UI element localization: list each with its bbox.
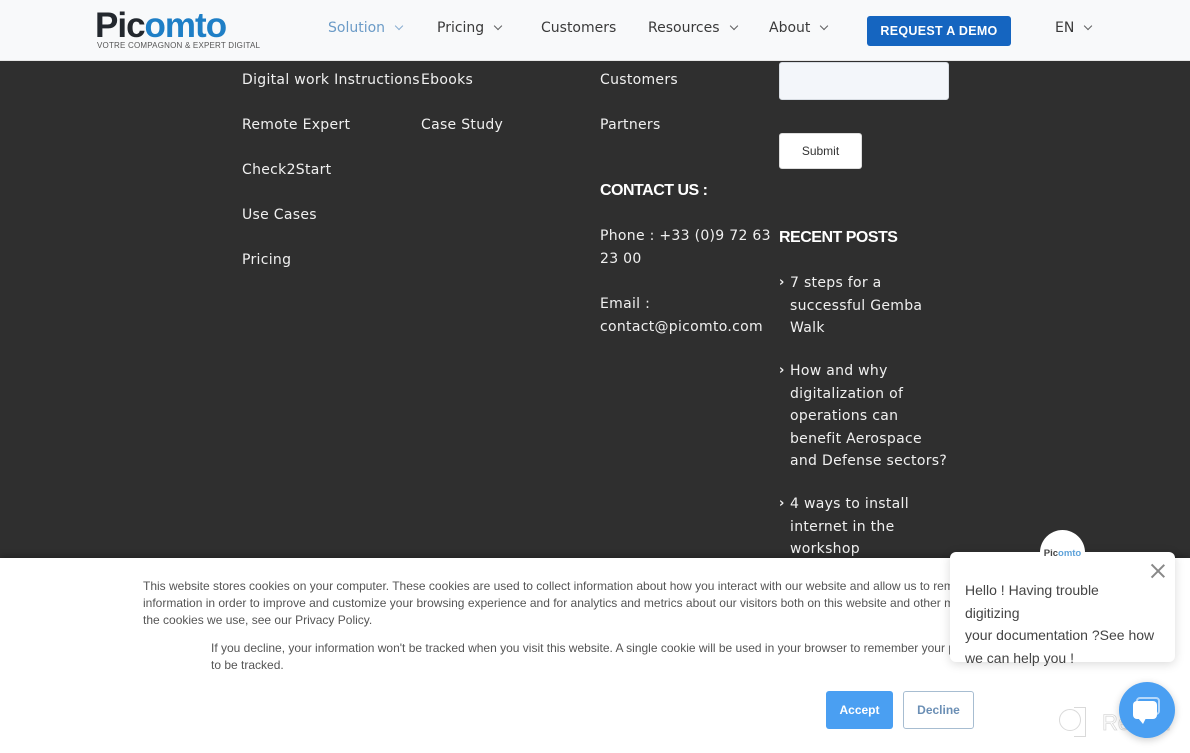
nav-customers[interactable]: Customers xyxy=(541,20,616,36)
chat-message-line: we can help you ! xyxy=(965,649,1074,666)
post-title-line: internet in the xyxy=(790,518,895,535)
footer-link-customers[interactable]: Customers xyxy=(600,69,678,92)
revain-logo-icon xyxy=(1056,707,1088,739)
post-title-line: How and why xyxy=(790,363,888,379)
chevron-right-icon: › xyxy=(779,496,785,511)
cookie-notice-text: This website stores cookies on your comp… xyxy=(143,578,973,629)
cookie-text-line: This website stores cookies on your comp… xyxy=(143,579,973,593)
logo-word-blue: omto xyxy=(144,6,228,45)
cookie-text-line: to be tracked. xyxy=(211,658,284,672)
close-icon[interactable] xyxy=(1150,563,1166,579)
contact-phone-line1: Phone : +33 (0)9 72 63 xyxy=(600,228,771,244)
post-title-line: 7 steps for a xyxy=(790,275,882,291)
newsletter-submit-button[interactable]: Submit xyxy=(779,133,862,169)
logo-tagline: VOTRE COMPAGNON & EXPERT DIGITAL xyxy=(97,41,261,50)
recent-post-link[interactable]: › How and why digitalization of operatio… xyxy=(779,360,949,473)
cookie-accept-button[interactable]: Accept xyxy=(826,691,893,729)
footer-link-digital-work-instructions[interactable]: Digital work Instructions xyxy=(242,69,420,92)
cookie-text-line: information in order to improve and cust… xyxy=(143,596,973,610)
footer-link-check2start[interactable]: Check2Start xyxy=(242,159,331,182)
nav-resources[interactable]: Resources xyxy=(648,20,738,36)
nav-customers-label: Customers xyxy=(541,20,617,36)
contact-phone-line2: 23 00 xyxy=(600,251,642,267)
newsletter-email-input[interactable] xyxy=(779,62,949,100)
nav-solution[interactable]: Solution xyxy=(328,20,404,36)
chevron-down-icon xyxy=(493,21,503,31)
footer-link-partners[interactable]: Partners xyxy=(600,114,661,137)
logo-wordmark: Picomto xyxy=(95,6,228,46)
chevron-right-icon: › xyxy=(779,363,785,378)
footer-link-ebooks[interactable]: Ebooks xyxy=(421,69,473,92)
request-demo-button[interactable]: REQUEST A DEMO xyxy=(867,16,1011,46)
nav-about-label: About xyxy=(769,20,811,36)
nav-solution-label: Solution xyxy=(328,20,386,36)
post-title-line: digitalization of xyxy=(790,385,904,402)
cookie-text-line: If you decline, your information won't b… xyxy=(211,641,973,655)
language-selector[interactable]: EN xyxy=(1055,20,1093,36)
chevron-down-icon xyxy=(394,21,404,31)
chat-launcher-button[interactable] xyxy=(1119,682,1175,738)
chevron-right-icon: › xyxy=(779,275,785,290)
avatar-word-blue: omto xyxy=(1058,548,1082,559)
post-title-line: 4 ways to install xyxy=(790,496,909,512)
recent-post-link[interactable]: › 4 ways to install internet in the work… xyxy=(779,493,949,561)
chat-message-line: Hello ! Having trouble digitizing xyxy=(965,582,1099,621)
chat-bubble-icon xyxy=(1133,701,1157,724)
avatar-word-dark: Pic xyxy=(1043,548,1059,559)
post-title-line: Walk xyxy=(790,320,825,336)
cookie-text-line: the cookies we use, see our Privacy Poli… xyxy=(143,613,373,627)
logo-word-dark: Pic xyxy=(95,6,146,45)
contact-email-link[interactable]: contact@picomto.com xyxy=(600,316,763,339)
post-title-line: successful Gemba xyxy=(790,297,923,314)
chevron-down-icon xyxy=(729,21,738,31)
chevron-down-icon xyxy=(1084,21,1093,31)
nav-pricing-label: Pricing xyxy=(437,20,485,36)
contact-heading: CONTACT US : xyxy=(600,182,708,199)
language-label: EN xyxy=(1055,20,1075,36)
chevron-down-icon xyxy=(820,21,829,31)
recent-post-link[interactable]: › 7 steps for a successful Gemba Walk xyxy=(779,272,949,340)
footer-link-remote-expert[interactable]: Remote Expert xyxy=(242,114,350,137)
cookie-decline-text: If you decline, your information won't b… xyxy=(211,640,973,674)
nav-pricing[interactable]: Pricing xyxy=(437,20,503,36)
nav-about[interactable]: About xyxy=(769,20,829,36)
nav-resources-label: Resources xyxy=(648,20,720,36)
cookie-decline-button[interactable]: Decline xyxy=(903,691,974,729)
recent-posts-heading: RECENT POSTS xyxy=(779,229,898,246)
chat-message-line: your documentation ?See how xyxy=(965,627,1155,643)
picomto-logo[interactable]: Picomto VOTRE COMPAGNON & EXPERT DIGITAL xyxy=(95,6,260,54)
chat-message[interactable]: Hello ! Having trouble digitizing your d… xyxy=(965,579,1155,669)
footer-link-case-study[interactable]: Case Study xyxy=(421,114,503,137)
site-header: Picomto VOTRE COMPAGNON & EXPERT DIGITAL… xyxy=(0,0,1190,61)
post-title-line: benefit Aerospace xyxy=(790,430,922,447)
contact-email-label: Email : xyxy=(600,296,651,312)
footer-link-pricing[interactable]: Pricing xyxy=(242,249,291,272)
footer-link-use-cases[interactable]: Use Cases xyxy=(242,204,317,227)
post-title-line: and Defense sectors? xyxy=(790,453,948,469)
chat-avatar: Pic omto xyxy=(1040,530,1085,575)
post-title-line: operations can xyxy=(790,408,899,424)
